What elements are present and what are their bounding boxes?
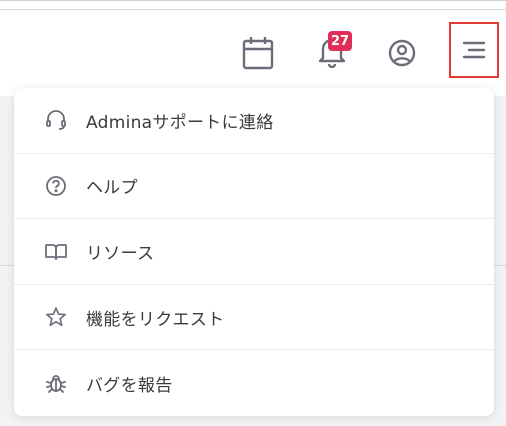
top-bar: 27 <box>0 0 506 96</box>
help-circle-icon <box>44 174 68 198</box>
notification-count-badge[interactable]: 27 <box>328 31 353 51</box>
menu-item-resources[interactable]: リソース <box>14 219 494 285</box>
menu-item-report-bug[interactable]: バグを報告 <box>14 350 494 416</box>
menu-item-label: ヘルプ <box>86 178 138 199</box>
menu-item-request-feature[interactable]: 機能をリクエスト <box>14 285 494 351</box>
support-headset-icon <box>44 108 68 132</box>
menu-item-label: 機能をリクエスト <box>86 309 225 330</box>
menu-item-label: リソース <box>86 243 155 264</box>
menu-item-label: バグを報告 <box>86 375 173 396</box>
menu-item-help[interactable]: ヘルプ <box>14 154 494 220</box>
menu-item-label: Adminaサポートに連絡 <box>86 112 274 133</box>
dropdown-menu: Adminaサポートに連絡 ヘルプ リソース 機能をリクエスト バグを報告 <box>14 88 494 416</box>
bug-icon <box>44 371 68 395</box>
star-icon <box>44 305 68 329</box>
menu-button[interactable] <box>449 22 499 78</box>
calendar-icon[interactable] <box>238 33 278 73</box>
account-circle-icon[interactable] <box>382 33 422 73</box>
book-open-icon <box>44 239 68 263</box>
menu-item-contact-support[interactable]: Adminaサポートに連絡 <box>14 88 494 154</box>
menu-icon <box>461 40 487 60</box>
top-divider <box>0 9 506 10</box>
